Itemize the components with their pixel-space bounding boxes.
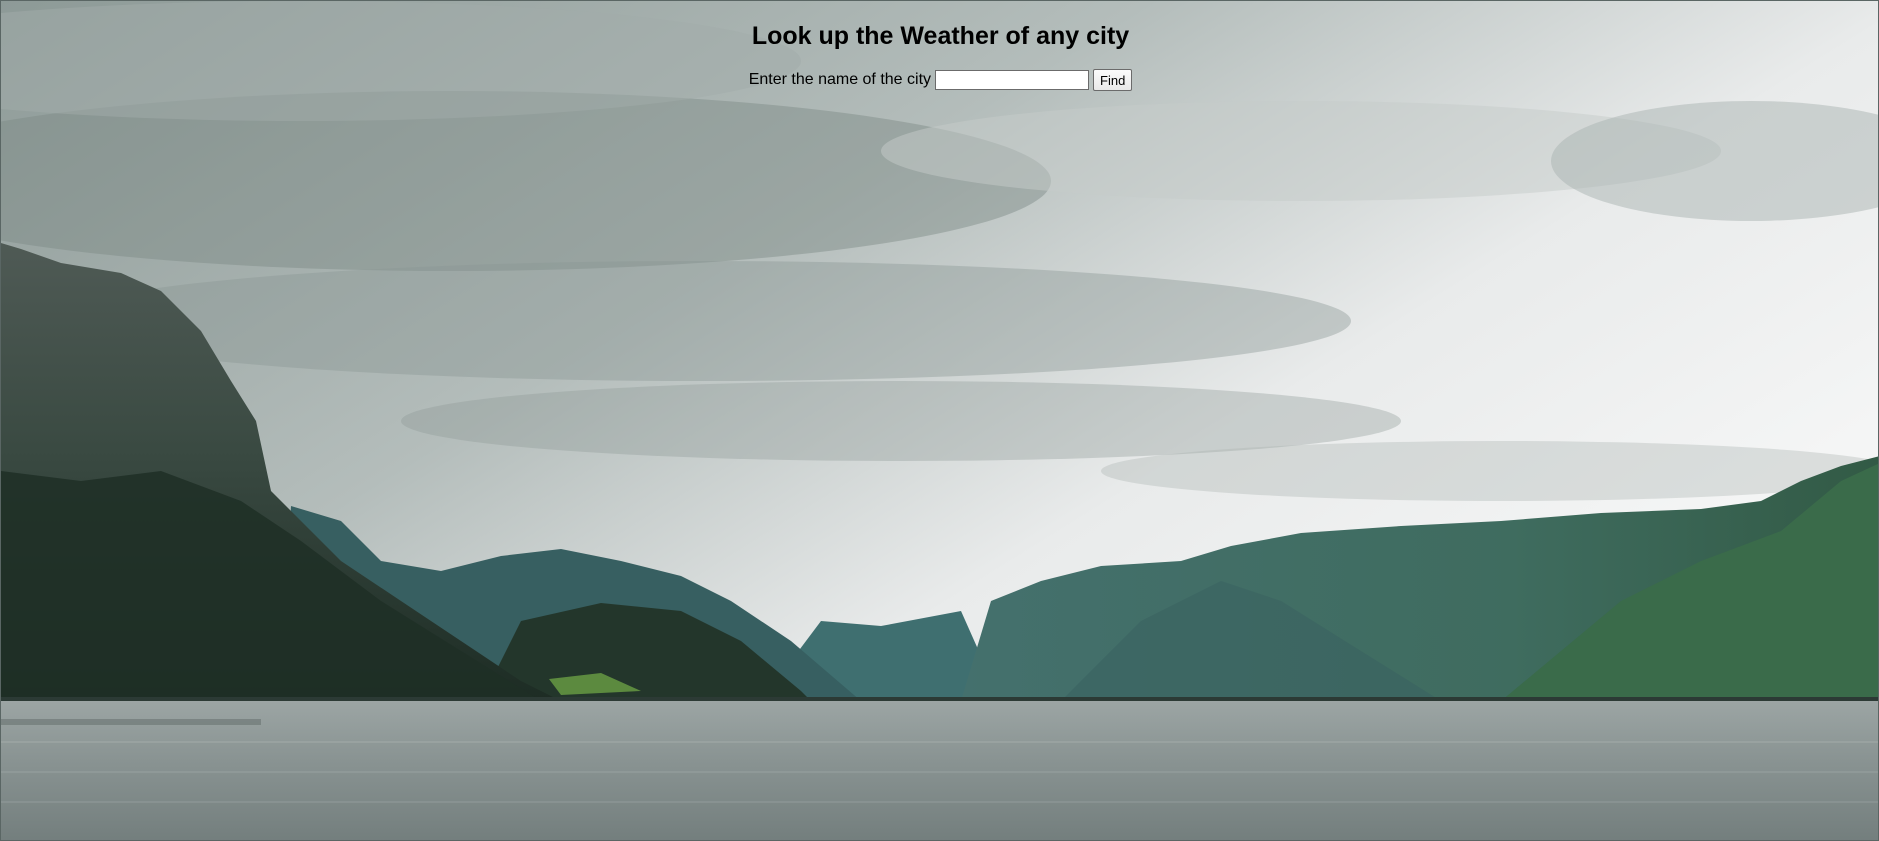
- city-input-label: Enter the name of the city: [748, 71, 932, 88]
- city-input[interactable]: [935, 70, 1090, 90]
- main-content: Look up the Weather of any city Enter th…: [1, 1, 1878, 91]
- page: Look up the Weather of any city Enter th…: [0, 0, 1879, 841]
- page-title: Look up the Weather of any city: [751, 22, 1130, 50]
- city-search-form: Enter the name of the city Find: [1, 69, 1878, 91]
- find-button[interactable]: Find: [1093, 69, 1133, 91]
- background-fjord-image: [1, 1, 1878, 840]
